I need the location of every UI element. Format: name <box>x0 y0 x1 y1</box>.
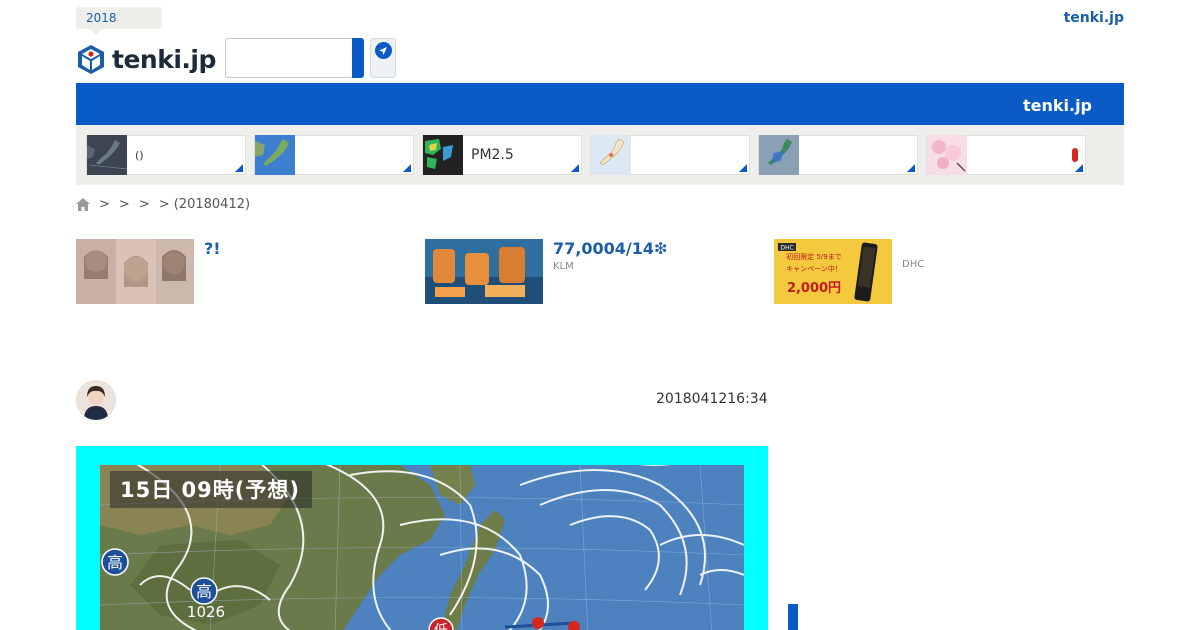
nav-bar-label[interactable]: tenki.jp <box>1023 96 1092 115</box>
svg-text:DHC: DHC <box>780 245 793 252</box>
pm25-map-thumbnail <box>423 135 463 175</box>
card-corner-icon <box>571 164 579 172</box>
card-label: () <box>135 148 144 162</box>
search-button[interactable] <box>352 38 364 78</box>
japan-radar-map-thumbnail <box>759 135 799 175</box>
breadcrumb-current: > (20180412) <box>158 197 251 212</box>
map-card-radar[interactable] <box>758 135 918 175</box>
ad-source: DHC <box>902 259 925 270</box>
map-card-satellite[interactable] <box>254 135 414 175</box>
sidebar-accent-bar <box>788 604 798 630</box>
year-badge[interactable]: 2018 <box>76 7 162 36</box>
ad-text: ?! <box>204 239 221 304</box>
ad-item[interactable]: ?! <box>76 239 221 304</box>
location-arrow-icon <box>374 42 392 59</box>
high-label: 高 <box>107 553 123 572</box>
breadcrumb-item[interactable]: > <box>139 197 150 212</box>
ad-text: 77,0004/14❇ KLM <box>553 239 667 304</box>
page: 2018 tenki.jp tenki.jp tenki.jp () PM2.5… <box>0 0 1200 630</box>
high-label: 高 <box>196 582 212 601</box>
map-card-pm25[interactable]: PM2.5 <box>422 135 582 175</box>
breadcrumb: > > > > (20180412) <box>76 197 250 212</box>
map-card-japan[interactable] <box>590 135 750 175</box>
ad-text: DHC <box>902 239 924 304</box>
ad-photo-women <box>76 239 194 304</box>
top-right-link[interactable]: tenki.jp <box>1064 10 1124 26</box>
home-icon[interactable] <box>76 198 90 211</box>
author-avatar[interactable] <box>76 380 116 420</box>
ad-photo-dhc-product: DHC 初回限定 5/9まで キャンペーン中！ 2,000円 <box>774 239 892 304</box>
map-card-sakura[interactable] <box>926 135 1086 175</box>
logo-text: tenki.jp <box>112 44 216 74</box>
weather-map-frame: 高 高 1026 低 15日 09時(予想) <box>76 446 768 630</box>
tenki-logo[interactable]: tenki.jp <box>76 42 216 76</box>
map-card-strip: () PM2.5 <box>76 125 1124 185</box>
author-avatar-image <box>76 380 116 420</box>
japan-light-map-thumbnail <box>591 135 631 175</box>
search-input[interactable] <box>225 38 353 78</box>
ad-image-text: 初回限定 5/9まで <box>786 252 842 261</box>
ad-source: KLM <box>553 261 574 272</box>
japan-blue-map-thumbnail <box>255 135 295 175</box>
card-label: PM2.5 <box>471 147 514 163</box>
ad-title[interactable]: ?! <box>204 239 221 259</box>
card-corner-icon <box>1075 164 1083 172</box>
card-corner-icon <box>235 164 243 172</box>
cherry-blossom-thumbnail <box>927 135 967 175</box>
high-pressure-marker: 高 <box>101 548 129 576</box>
card-corner-icon <box>739 164 747 172</box>
ad-image-text: 2,000円 <box>787 281 841 296</box>
tenki-cube-icon <box>78 45 104 74</box>
weather-map-image: 高 高 1026 低 15日 09時(予想) <box>100 465 744 630</box>
map-card-weather[interactable]: () <box>86 135 246 175</box>
global-nav-bar: tenki.jp <box>76 83 1124 125</box>
ad-item[interactable]: DHC 初回限定 5/9まで キャンペーン中！ 2,000円 DHC <box>774 239 924 304</box>
japan-dark-map-thumbnail <box>87 135 127 175</box>
map-title: 15日 09時(予想) <box>110 471 312 508</box>
ad-item[interactable]: 77,0004/14❇ KLM <box>425 239 667 304</box>
breadcrumb-item[interactable]: > <box>119 197 130 212</box>
card-corner-icon <box>403 164 411 172</box>
pressure-value: 1026 <box>187 603 225 621</box>
ad-photo-airplane-cabin <box>425 239 543 304</box>
sakura-red-marker <box>1072 148 1078 162</box>
low-label: 低 <box>434 623 448 630</box>
current-location-button[interactable] <box>370 38 396 78</box>
card-corner-icon <box>907 164 915 172</box>
article-timestamp: 2018041216:34 <box>656 391 768 407</box>
ad-title[interactable]: 77,0004/14❇ <box>553 239 667 259</box>
breadcrumb-item[interactable]: > <box>99 197 110 212</box>
ad-image-text: キャンペーン中！ <box>786 264 842 273</box>
